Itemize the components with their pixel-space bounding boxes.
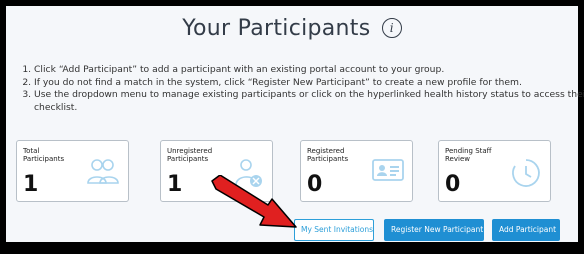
- card-label: Unregistered Participants: [167, 147, 213, 163]
- instruction-item: If you do not find a match in the system…: [34, 77, 584, 90]
- instruction-item: Use the dropdown menu to manage existing…: [34, 89, 584, 114]
- people-icon: [86, 157, 120, 191]
- card-label: Total Participants: [23, 147, 65, 163]
- info-icon[interactable]: i: [381, 18, 402, 38]
- instructions-list: Click “Add Participant” to add a partici…: [18, 64, 584, 114]
- page-title-text: Your Participants: [182, 16, 371, 41]
- register-new-participant-button[interactable]: Register New Participant: [384, 219, 484, 241]
- card-count: 0: [307, 172, 323, 197]
- total-participants-card: Total Participants 1: [16, 140, 129, 202]
- card-count: 1: [167, 172, 183, 197]
- add-participant-button[interactable]: Add Participant: [492, 219, 560, 241]
- card-label: Registered Participants: [307, 147, 349, 163]
- page-title: Your Participants i: [6, 16, 578, 41]
- id-card-icon: [372, 157, 404, 187]
- my-sent-invitations-button[interactable]: My Sent Invitations: [294, 219, 374, 241]
- card-label: Pending Staff Review: [445, 147, 492, 163]
- pending-staff-review-card: Pending Staff Review 0: [438, 140, 551, 202]
- card-count: 1: [23, 172, 39, 197]
- instruction-item: Click “Add Participant” to add a partici…: [34, 64, 584, 77]
- registered-participants-card: Registered Participants 0: [300, 140, 413, 202]
- clock-icon: [510, 157, 542, 193]
- card-count: 0: [445, 172, 461, 197]
- annotation-arrow-icon: [210, 174, 300, 239]
